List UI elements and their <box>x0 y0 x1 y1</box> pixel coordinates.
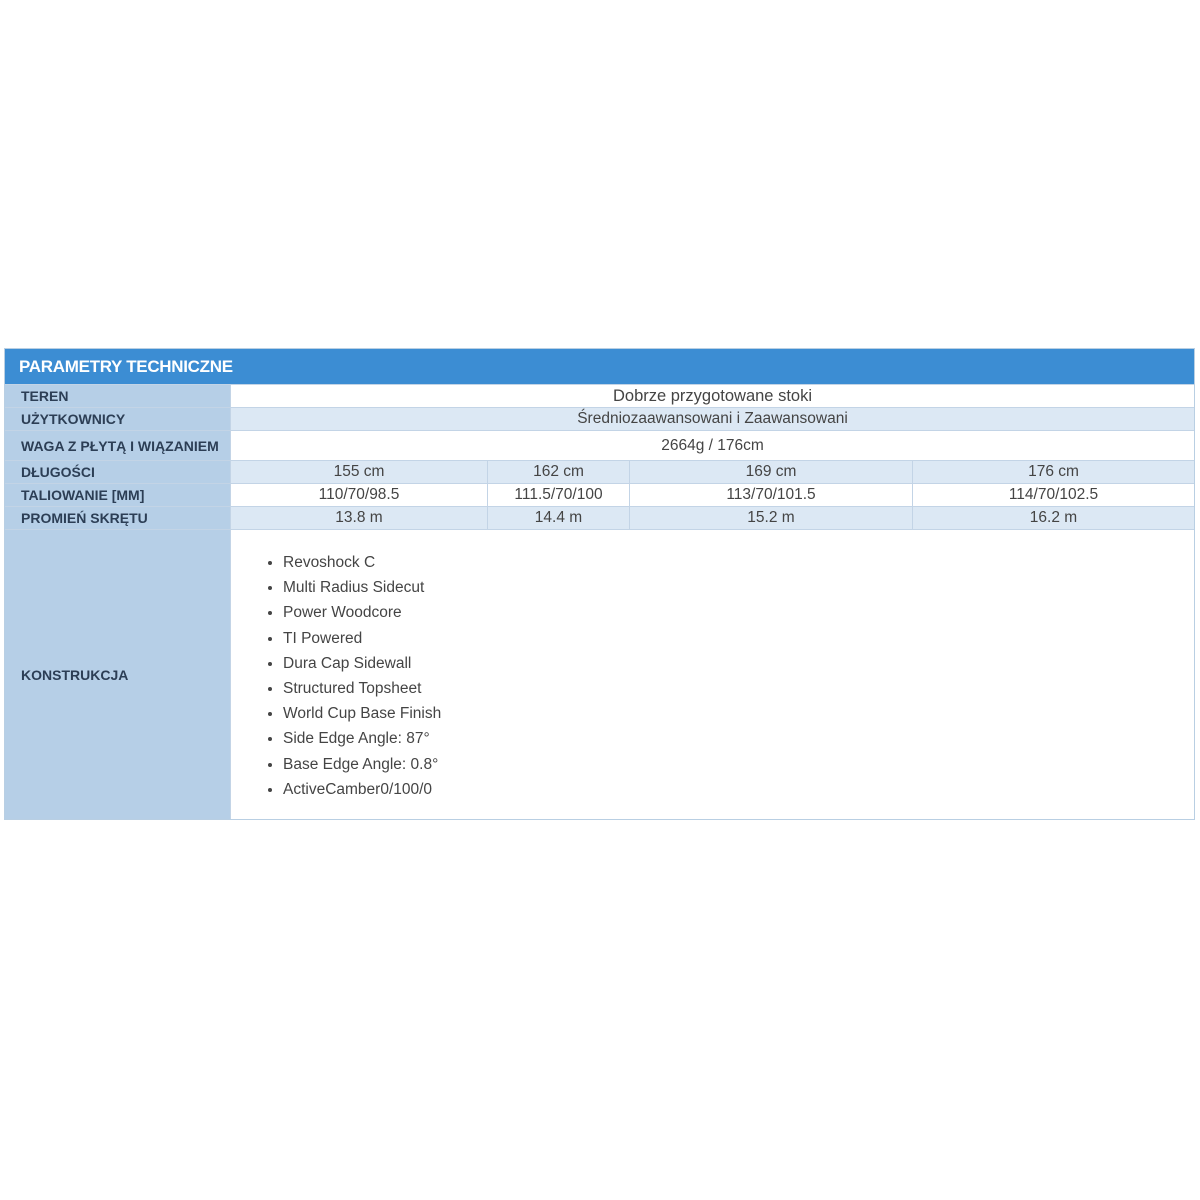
row-label: WAGA Z PŁYTĄ I WIĄZANIEM <box>5 431 231 460</box>
list-item: Side Edge Angle: 87° <box>283 726 1194 751</box>
list-item: Revoshock C <box>283 550 1194 575</box>
row-label: UŻYTKOWNICY <box>5 408 231 430</box>
table-cell: 15.2 m <box>630 507 913 529</box>
row-cells: 13.8 m 14.4 m 15.2 m 16.2 m <box>231 507 1194 529</box>
list-item: Multi Radius Sidecut <box>283 575 1194 600</box>
table-cell: 176 cm <box>1028 463 1079 480</box>
table-cell: 169 cm <box>630 461 913 483</box>
construction-list: Revoshock C Multi Radius Sidecut Power W… <box>231 530 1194 819</box>
table-cell: 113/70/101.5 <box>630 484 913 506</box>
list-item: Power Woodcore <box>283 600 1194 625</box>
list-item: Structured Topsheet <box>283 676 1194 701</box>
row-label: PROMIEŃ SKRĘTU <box>5 507 231 529</box>
list-item: Dura Cap Sidewall <box>283 651 1194 676</box>
row-label: KONSTRUKCJA <box>5 530 231 819</box>
row-dlugosci: DŁUGOŚCI 155 cm 162 cm 169 cm 176 cm <box>5 460 1194 483</box>
row-teren: TEREN Dobrze przygotowane stoki <box>5 384 1194 407</box>
row-taliowanie: TALIOWANIE [MM] 110/70/98.5 111.5/70/100… <box>5 483 1194 506</box>
table-cell: 13.8 m <box>231 507 488 529</box>
table-cell: 14.4 m <box>488 507 630 529</box>
row-label: DŁUGOŚCI <box>5 461 231 483</box>
row-cells: 110/70/98.5 111.5/70/100 113/70/101.5 11… <box>231 484 1194 506</box>
list-item: ActiveCamber0/100/0 <box>283 777 1194 802</box>
row-promien: PROMIEŃ SKRĘTU 13.8 m 14.4 m 15.2 m 16.2… <box>5 506 1194 529</box>
table-cell: 111.5/70/100 <box>488 484 630 506</box>
row-value: Średniozaawansowani i Zaawansowani <box>231 408 1194 430</box>
row-value: Dobrze przygotowane stoki <box>231 385 1194 407</box>
row-konstrukcja: KONSTRUKCJA Revoshock C Multi Radius Sid… <box>5 529 1194 819</box>
list-item: World Cup Base Finish <box>283 701 1194 726</box>
table-cell: 110/70/98.5 <box>231 484 488 506</box>
row-label: TALIOWANIE [MM] <box>5 484 231 506</box>
spec-table: PARAMETRY TECHNICZNE TEREN Dobrze przygo… <box>4 348 1195 820</box>
list-item: Base Edge Angle: 0.8° <box>283 752 1194 777</box>
table-cell: 155 cm <box>231 461 488 483</box>
table-title: PARAMETRY TECHNICZNE <box>5 349 1194 384</box>
table-cell: 16.2 m <box>1029 509 1078 526</box>
table-cell: 114/70/102.5 <box>1008 486 1099 503</box>
row-cells: 155 cm 162 cm 169 cm 176 cm <box>231 461 1194 483</box>
list-item: TI Powered <box>283 626 1194 651</box>
table-cell: 162 cm <box>488 461 630 483</box>
row-value: 2664g / 176cm <box>231 431 1194 460</box>
row-uzytkownicy: UŻYTKOWNICY Średniozaawansowani i Zaawan… <box>5 407 1194 430</box>
row-label: TEREN <box>5 385 231 407</box>
row-waga: WAGA Z PŁYTĄ I WIĄZANIEM 2664g / 176cm <box>5 430 1194 460</box>
